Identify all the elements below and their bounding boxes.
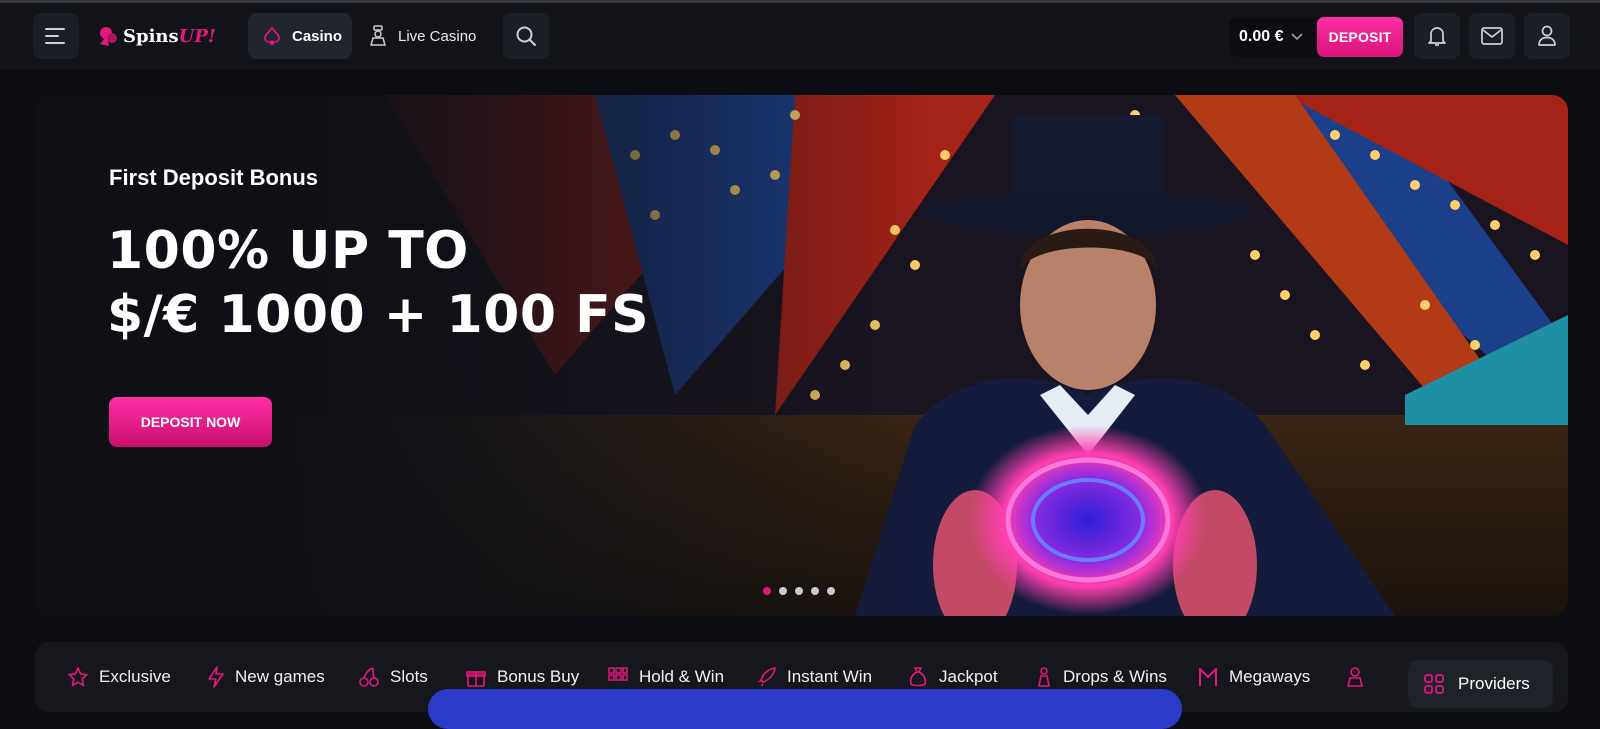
grid-dots-icon <box>608 667 628 681</box>
carousel-dots <box>763 587 835 595</box>
cherry-icon <box>359 667 379 687</box>
money-bag-icon <box>909 667 927 687</box>
m-icon <box>1199 668 1217 686</box>
category-label: Megaways <box>1229 667 1311 686</box>
promo-title: 100% UP TO $/€ 1000 + 100 FS <box>107 219 649 347</box>
deposit-button[interactable]: DEPOSIT <box>1317 17 1403 57</box>
logo-text-spins: Spins <box>123 25 179 47</box>
category-instant-win[interactable]: Instant Win <box>755 666 872 688</box>
balance-value: 0.00 € <box>1239 28 1284 45</box>
promo-banner[interactable]: First Deposit Bonus 100% UP TO $/€ 1000 … <box>35 95 1568 616</box>
category-more[interactable] <box>1345 666 1365 688</box>
gift-icon <box>466 671 486 687</box>
logo-text-up: UP! <box>178 25 216 47</box>
logo[interactable]: Spins UP! <box>97 21 216 51</box>
category-label: Exclusive <box>99 667 171 686</box>
carousel-dot[interactable] <box>827 587 835 595</box>
providers-button[interactable]: Providers <box>1408 660 1553 708</box>
category-label: New games <box>235 667 325 686</box>
carousel-dot[interactable] <box>795 587 803 595</box>
grid-icon <box>1424 674 1444 694</box>
profile-button[interactable] <box>1524 13 1570 59</box>
category-new-games[interactable]: New games <box>207 666 325 688</box>
logo-mark-icon <box>100 27 117 46</box>
category-drops-wins[interactable]: Drops & Wins <box>1035 666 1167 688</box>
category-label: Drops & Wins <box>1063 667 1167 686</box>
bottom-blue-panel[interactable] <box>428 689 1182 729</box>
category-label: Bonus Buy <box>497 667 580 686</box>
category-label: Hold & Win <box>639 667 725 686</box>
mail-icon <box>1481 27 1503 45</box>
person-icon <box>1346 667 1364 687</box>
category-bonus-buy[interactable]: Bonus Buy <box>465 666 579 688</box>
category-label: Jackpot <box>939 667 998 686</box>
carousel-dot[interactable] <box>811 587 819 595</box>
menu-button[interactable] <box>33 13 79 59</box>
spade-icon <box>264 26 280 45</box>
top-header: Spins UP! Casino Live Casino 0.00 € DEPO… <box>0 3 1600 69</box>
category-label: Instant Win <box>787 667 873 686</box>
nav-casino-label: Casino <box>292 27 343 45</box>
category-megaways[interactable]: Megaways <box>1197 666 1310 688</box>
carousel-dot[interactable] <box>763 587 771 595</box>
bell-icon <box>1428 27 1446 46</box>
dealer-icon <box>370 25 386 46</box>
chevron-down-icon <box>1291 33 1304 41</box>
category-slots[interactable]: Slots <box>358 666 428 688</box>
nav-live-casino-label: Live Casino <box>398 27 477 45</box>
user-icon <box>1538 25 1556 46</box>
providers-label: Providers <box>1458 674 1530 693</box>
promo-title-line1: 100% UP TO <box>107 221 469 281</box>
promo-title-line2: $/€ 1000 + 100 FS <box>107 285 650 345</box>
trophy-icon <box>1038 667 1050 687</box>
category-jackpot[interactable]: Jackpot <box>907 666 998 688</box>
search-icon <box>516 26 536 46</box>
rocket-icon <box>757 667 776 686</box>
star-icon <box>68 667 88 687</box>
notifications-button[interactable] <box>1414 13 1460 59</box>
category-exclusive[interactable]: Exclusive <box>67 666 171 688</box>
nav-live-casino[interactable]: Live Casino <box>368 13 476 59</box>
hamburger-icon <box>45 28 65 44</box>
category-label: Slots <box>390 667 428 686</box>
carousel-dot[interactable] <box>779 587 787 595</box>
category-hold-win[interactable]: Hold & Win <box>607 666 724 688</box>
search-button[interactable] <box>503 13 549 59</box>
messages-button[interactable] <box>1469 13 1515 59</box>
nav-casino[interactable]: Casino <box>248 13 352 59</box>
lightning-icon <box>208 666 224 688</box>
promo-subtitle: First Deposit Bonus <box>109 165 319 190</box>
deposit-now-button[interactable]: DEPOSIT NOW <box>109 397 272 447</box>
